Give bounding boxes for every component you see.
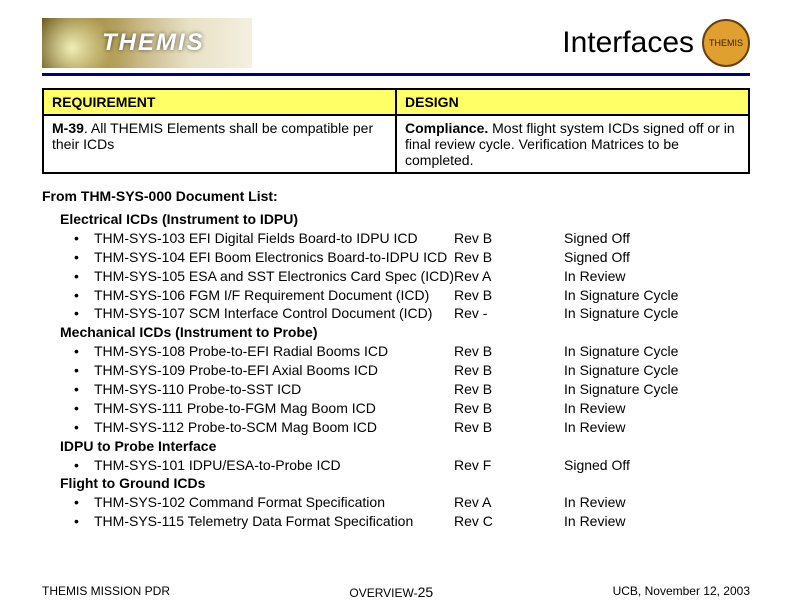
doc-revision: Rev B (454, 229, 564, 248)
doc-status: In Review (564, 512, 625, 531)
doc-revision: Rev C (454, 512, 564, 531)
list-item: •THM-SYS-108 Probe-to-EFI Radial Booms I… (60, 342, 750, 361)
doc-revision: Rev B (454, 286, 564, 305)
doc-id: THM-SYS-105 ESA and SST Electronics Card… (94, 267, 454, 286)
footer-center: OVERVIEW-25 (349, 584, 433, 600)
requirement-table: REQUIREMENT DESIGN M-39. All THEMIS Elem… (42, 88, 750, 174)
doc-id: THM-SYS-104 EFI Boom Electronics Board-t… (94, 248, 454, 267)
doc-revision: Rev - (454, 304, 564, 323)
list-item: •THM-SYS-115 Telemetry Data Format Speci… (60, 512, 750, 531)
seal-text: THEMIS (709, 38, 743, 48)
list-item: •THM-SYS-103 EFI Digital Fields Board-to… (60, 229, 750, 248)
doc-status: In Signature Cycle (564, 286, 678, 305)
list-item: •THM-SYS-106 FGM I/F Requirement Documen… (60, 286, 750, 305)
list-item: •THM-SYS-104 EFI Boom Electronics Board-… (60, 248, 750, 267)
doc-revision: Rev F (454, 456, 564, 475)
requirement-text: . All THEMIS Elements shall be compatibl… (52, 120, 373, 152)
bullet-icon: • (60, 418, 94, 437)
group-heading: Mechanical ICDs (Instrument to Probe) (60, 323, 750, 342)
doc-id: THM-SYS-109 Probe-to-EFI Axial Booms ICD (94, 361, 454, 380)
doc-id: THM-SYS-115 Telemetry Data Format Specif… (94, 512, 454, 531)
doc-id: THM-SYS-108 Probe-to-EFI Radial Booms IC… (94, 342, 454, 361)
group-heading: Flight to Ground ICDs (60, 474, 750, 493)
doc-status: In Signature Cycle (564, 304, 678, 323)
themis-logo: THEMIS (42, 18, 252, 68)
bullet-icon: • (60, 493, 94, 512)
bullet-icon: • (60, 286, 94, 305)
doc-status: Signed Off (564, 229, 630, 248)
bullet-icon: • (60, 342, 94, 361)
doc-id: THM-SYS-102 Command Format Specification (94, 493, 454, 512)
list-item: •THM-SYS-101 IDPU/ESA-to-Probe ICDRev FS… (60, 456, 750, 475)
footer-page-number: 25 (418, 584, 434, 600)
design-cell: Compliance. Most flight system ICDs sign… (396, 115, 749, 173)
requirement-header: REQUIREMENT (43, 89, 396, 115)
slide-footer: THEMIS MISSION PDR OVERVIEW-25 UCB, Nove… (42, 584, 750, 600)
doc-status: In Review (564, 493, 625, 512)
page-title: Interfaces (252, 26, 702, 60)
design-header: DESIGN (396, 89, 749, 115)
doc-revision: Rev B (454, 248, 564, 267)
doc-revision: Rev A (454, 267, 564, 286)
doc-id: THM-SYS-101 IDPU/ESA-to-Probe ICD (94, 456, 454, 475)
list-item: •THM-SYS-107 SCM Interface Control Docum… (60, 304, 750, 323)
bullet-icon: • (60, 229, 94, 248)
list-item: •THM-SYS-102 Command Format Specificatio… (60, 493, 750, 512)
doc-id: THM-SYS-103 EFI Digital Fields Board-to … (94, 229, 454, 248)
doc-status: In Review (564, 399, 625, 418)
bullet-icon: • (60, 267, 94, 286)
doc-id: THM-SYS-111 Probe-to-FGM Mag Boom ICD (94, 399, 454, 418)
doc-status: In Review (564, 267, 625, 286)
list-item: •THM-SYS-110 Probe-to-SST ICDRev BIn Sig… (60, 380, 750, 399)
bullet-icon: • (60, 456, 94, 475)
doc-revision: Rev B (454, 380, 564, 399)
doc-revision: Rev A (454, 493, 564, 512)
doc-status: Signed Off (564, 456, 630, 475)
section-title: From THM-SYS-000 Document List: (42, 188, 750, 204)
requirement-cell: M-39. All THEMIS Elements shall be compa… (43, 115, 396, 173)
group-heading: IDPU to Probe Interface (60, 437, 750, 456)
group-heading: Electrical ICDs (Instrument to IDPU) (60, 210, 750, 229)
bullet-icon: • (60, 248, 94, 267)
requirement-id: M-39 (52, 120, 84, 136)
slide-header: THEMIS Interfaces THEMIS (42, 18, 750, 68)
doc-status: Signed Off (564, 248, 630, 267)
footer-right: UCB, November 12, 2003 (613, 584, 750, 600)
list-item: •THM-SYS-109 Probe-to-EFI Axial Booms IC… (60, 361, 750, 380)
list-item: •THM-SYS-105 ESA and SST Electronics Car… (60, 267, 750, 286)
doc-status: In Signature Cycle (564, 361, 678, 380)
bullet-icon: • (60, 304, 94, 323)
doc-id: THM-SYS-110 Probe-to-SST ICD (94, 380, 454, 399)
doc-status: In Signature Cycle (564, 380, 678, 399)
bullet-icon: • (60, 399, 94, 418)
doc-revision: Rev B (454, 399, 564, 418)
footer-left: THEMIS MISSION PDR (42, 584, 170, 600)
bullet-icon: • (60, 380, 94, 399)
doc-revision: Rev B (454, 361, 564, 380)
header-divider (42, 73, 750, 76)
doc-id: THM-SYS-107 SCM Interface Control Docume… (94, 304, 454, 323)
footer-center-prefix: OVERVIEW- (349, 586, 417, 600)
doc-revision: Rev B (454, 418, 564, 437)
doc-id: THM-SYS-106 FGM I/F Requirement Document… (94, 286, 454, 305)
bullet-icon: • (60, 512, 94, 531)
logo-text: THEMIS (102, 29, 205, 57)
mission-seal-icon: THEMIS (702, 19, 750, 67)
list-item: •THM-SYS-111 Probe-to-FGM Mag Boom ICDRe… (60, 399, 750, 418)
doc-status: In Signature Cycle (564, 342, 678, 361)
design-label: Compliance. (405, 120, 488, 136)
doc-status: In Review (564, 418, 625, 437)
document-list: Electrical ICDs (Instrument to IDPU)•THM… (60, 210, 750, 531)
doc-revision: Rev B (454, 342, 564, 361)
doc-id: THM-SYS-112 Probe-to-SCM Mag Boom ICD (94, 418, 454, 437)
list-item: •THM-SYS-112 Probe-to-SCM Mag Boom ICDRe… (60, 418, 750, 437)
bullet-icon: • (60, 361, 94, 380)
